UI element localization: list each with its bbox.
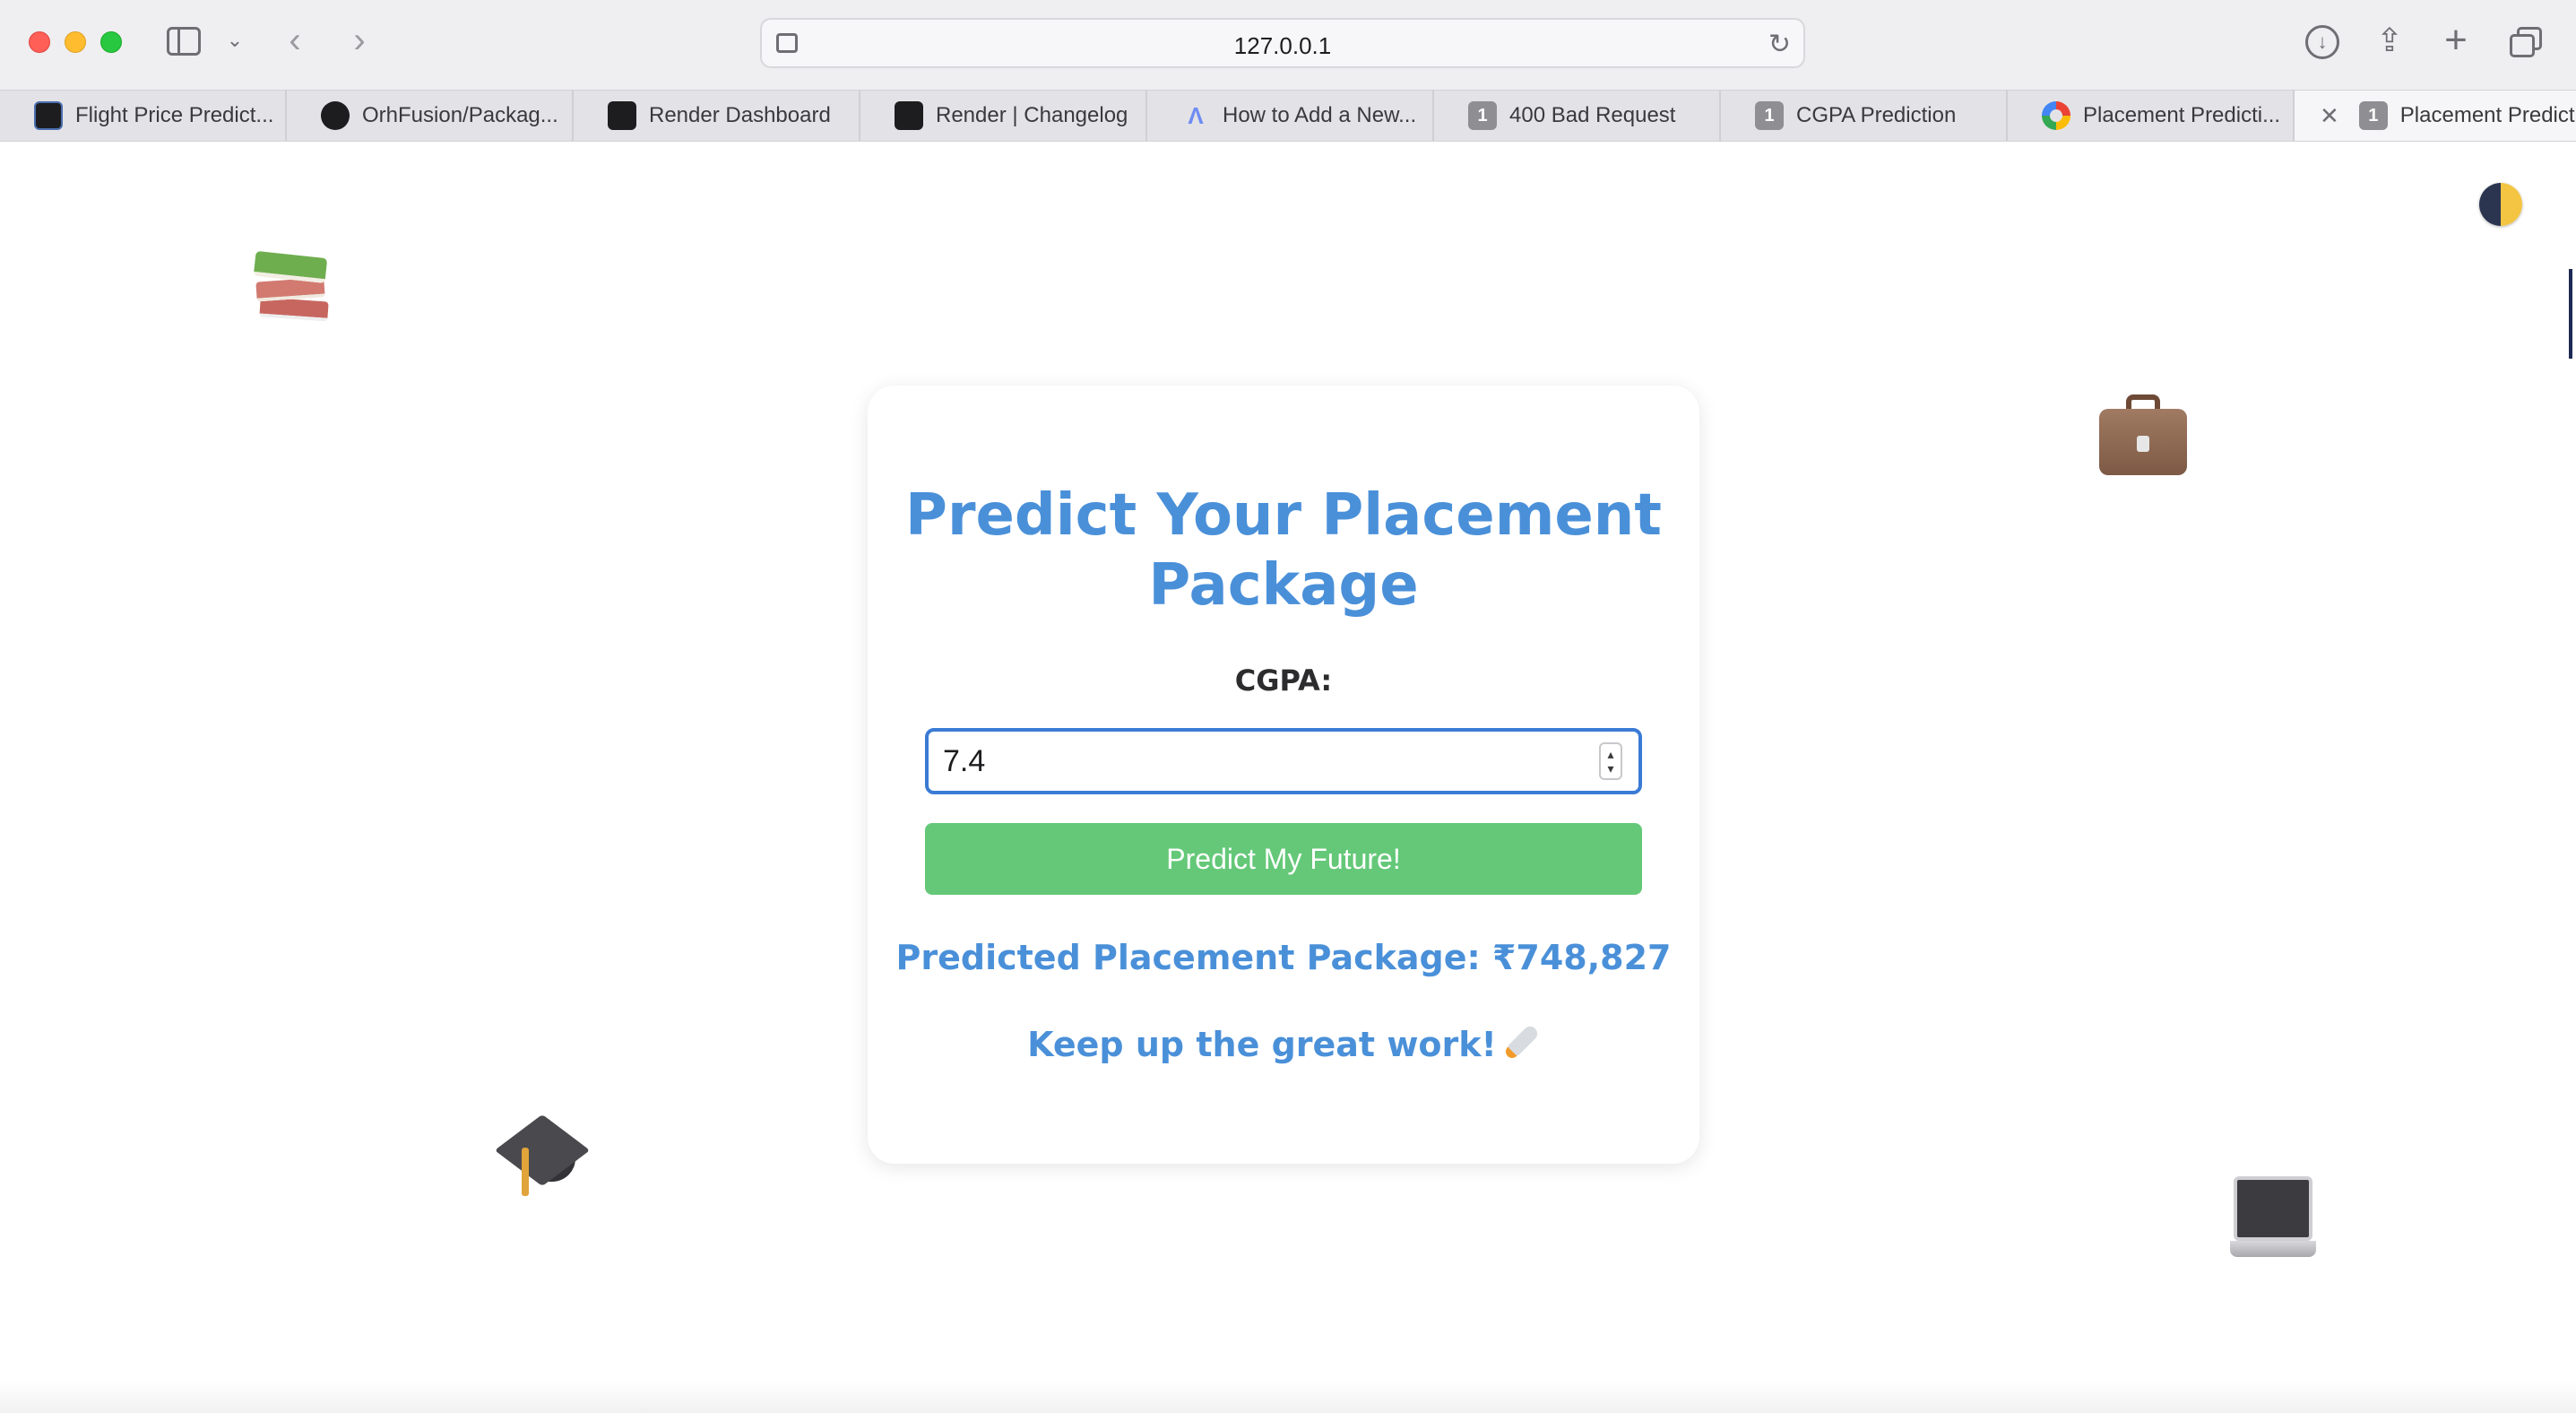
- scrollbar-edge: [2569, 269, 2572, 359]
- tab-render-dashboard[interactable]: Render Dashboard: [574, 91, 860, 141]
- tab-label: OrhFusion/Packag...: [362, 103, 558, 127]
- terminal-icon: [34, 101, 63, 130]
- github-icon: [321, 101, 350, 130]
- tab-cgpa-prediction[interactable]: 1 CGPA Prediction: [1721, 91, 2008, 141]
- minimize-window-button[interactable]: [65, 31, 86, 53]
- stepper-down-icon[interactable]: ▾: [1607, 761, 1613, 776]
- reload-icon[interactable]: ↻: [1768, 29, 1791, 60]
- render-icon: [895, 101, 923, 130]
- cgpa-label: CGPA:: [1234, 663, 1333, 698]
- new-tab-icon[interactable]: +: [2438, 18, 2474, 62]
- tab-render-changelog[interactable]: Render | Changelog: [860, 91, 1147, 141]
- tab-label: 400 Bad Request: [1509, 103, 1676, 127]
- close-window-button[interactable]: [29, 31, 50, 53]
- rocket-icon: [1504, 1023, 1541, 1060]
- briefcase-icon: [2099, 394, 2187, 477]
- tab-label: Placement Predicti...: [2083, 103, 2281, 127]
- download-icon[interactable]: ↓: [2305, 25, 2339, 59]
- predict-button[interactable]: Predict My Future!: [925, 823, 1642, 895]
- color-ring-icon: [2042, 101, 2070, 130]
- close-tab-icon[interactable]: ✕: [2320, 102, 2339, 130]
- tab-github[interactable]: OrhFusion/Packag...: [287, 91, 574, 141]
- triangle-logo-icon: Λ: [1188, 101, 1204, 129]
- tab-placement-prediction[interactable]: Placement Predicti...: [2008, 91, 2295, 141]
- cgpa-input[interactable]: [925, 728, 1642, 794]
- tab-overview-icon[interactable]: [2510, 27, 2542, 57]
- render-icon: [608, 101, 636, 130]
- tab-label: Placement Predicti...: [2399, 103, 2576, 127]
- tab-flight-price[interactable]: Flight Price Predict...: [0, 91, 287, 141]
- chevron-down-icon[interactable]: ⌄: [226, 25, 244, 56]
- page-bottom-shadow: [0, 1381, 2576, 1413]
- motivation-message: Keep up the great work!: [868, 1023, 1699, 1064]
- prediction-result: Predicted Placement Package: ₹748,827: [895, 938, 1672, 977]
- number-badge-icon: 1: [2358, 101, 2388, 130]
- back-arrow-icon[interactable]: ‹: [281, 20, 308, 61]
- url-text: 127.0.0.1: [1233, 32, 1332, 59]
- motivation-text: Keep up the great work!: [1027, 1025, 1497, 1064]
- tab-bar: Flight Price Predict... OrhFusion/Packag…: [0, 90, 2576, 142]
- share-icon[interactable]: ⇪: [2373, 20, 2406, 61]
- tab-placement-prediction-active[interactable]: ✕ 1 Placement Predicti...: [2295, 91, 2576, 141]
- tab-how-to-add[interactable]: Λ How to Add a New...: [1147, 91, 1434, 141]
- browser-toolbar: ⌄ ‹ › 127.0.0.1 ↻ ↓ ⇪ +: [0, 0, 2576, 90]
- sidebar-toggle-icon[interactable]: [167, 27, 201, 56]
- zoom-window-button[interactable]: [100, 31, 122, 53]
- tab-label: Render | Changelog: [936, 103, 1128, 127]
- tab-label: How to Add a New...: [1223, 103, 1417, 127]
- number-stepper[interactable]: ▴ ▾: [1599, 742, 1622, 780]
- number-badge-icon: 1: [1755, 101, 1784, 130]
- books-icon: [253, 249, 332, 326]
- theme-toggle-moon-icon[interactable]: [2479, 183, 2522, 226]
- stepper-up-icon[interactable]: ▴: [1607, 747, 1613, 761]
- tab-label: Render Dashboard: [649, 103, 831, 127]
- tab-label: CGPA Prediction: [1796, 103, 1957, 127]
- page-title: Predict Your Placement Package: [905, 482, 1662, 619]
- tab-label: Flight Price Predict...: [75, 103, 274, 127]
- address-bar[interactable]: 127.0.0.1 ↻: [760, 18, 1805, 68]
- prediction-card: Predict Your Placement Package CGPA: ▴ ▾…: [868, 386, 1699, 1164]
- graduation-cap-icon: [494, 1114, 595, 1201]
- tab-bad-request[interactable]: 1 400 Bad Request: [1434, 91, 1721, 141]
- forward-arrow-icon[interactable]: ›: [346, 20, 373, 61]
- laptop-icon: [2230, 1175, 2316, 1261]
- number-badge-icon: 1: [1468, 101, 1497, 130]
